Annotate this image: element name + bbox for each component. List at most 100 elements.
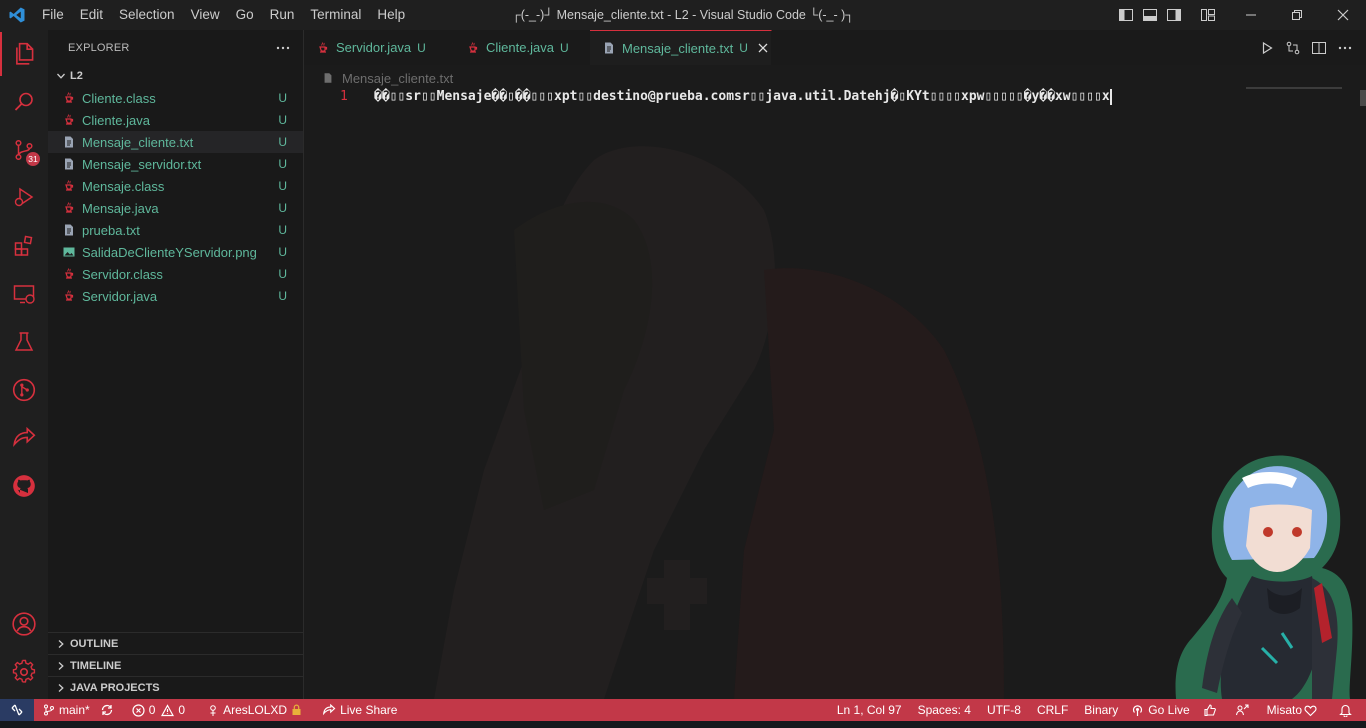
close-window-button[interactable]	[1320, 0, 1366, 30]
warning-count: 0	[178, 703, 186, 717]
line-content[interactable]: ��▯▯sr▯▯Mensaje��▯��▯▯▯xpt▯▯destino@prue…	[374, 86, 1112, 108]
vscode-logo-icon	[0, 0, 34, 30]
sidebar-header: EXPLORER	[48, 30, 303, 65]
git-status: U	[278, 135, 287, 149]
git-status: U	[278, 201, 287, 215]
folder-l2[interactable]: L2	[48, 65, 303, 87]
tab-git-status: U	[739, 41, 748, 55]
section-java-projects[interactable]: JAVA PROJECTS	[48, 676, 303, 698]
explorer-sidebar: EXPLORER L2 Cliente.class U Cliente.java…	[48, 30, 304, 699]
file-item[interactable]: Cliente.class U	[48, 87, 303, 109]
feedback-icon[interactable]	[1229, 699, 1259, 721]
tab-git-status: U	[417, 40, 426, 55]
go-live-button[interactable]: Go Live	[1126, 699, 1194, 721]
language-mode[interactable]: Binary	[1076, 699, 1126, 721]
split-editor-icon[interactable]	[1306, 30, 1332, 65]
toggle-secondary-sidebar-button[interactable]	[1162, 0, 1186, 30]
menu-run[interactable]: Run	[262, 0, 303, 30]
encoding[interactable]: UTF-8	[979, 699, 1029, 721]
toggle-panel-button[interactable]	[1138, 0, 1162, 30]
java-class-icon	[61, 178, 77, 194]
file-item[interactable]: Servidor.java U	[48, 285, 303, 307]
theme-user[interactable]: Misato	[1259, 699, 1329, 721]
branch-indicator[interactable]: main*	[38, 699, 95, 721]
account-name: AresLOLXD	[223, 703, 288, 717]
status-bar: main* 0 0 AresLOLXD Live Share Ln 1, Col…	[0, 699, 1366, 721]
scrollbar-thumb[interactable]	[1360, 90, 1366, 106]
chevron-right-icon	[54, 661, 68, 671]
notifications-bell-icon[interactable]	[1329, 699, 1366, 721]
menu-edit[interactable]: Edit	[72, 0, 111, 30]
section-outline[interactable]: OUTLINE	[48, 632, 303, 654]
end-of-line[interactable]: CRLF	[1029, 699, 1076, 721]
testing-icon[interactable]	[0, 320, 48, 364]
git-graph-icon[interactable]	[0, 368, 48, 412]
run-icon[interactable]	[1254, 30, 1280, 65]
manage-gear-icon[interactable]	[0, 650, 48, 694]
file-name: Servidor.java	[82, 288, 158, 304]
text-file-icon	[61, 134, 77, 150]
toggle-primary-sidebar-button[interactable]	[1114, 0, 1138, 30]
section-label: JAVA PROJECTS	[70, 681, 160, 694]
remote-indicator-icon[interactable]	[0, 699, 34, 721]
file-item[interactable]: prueba.txt U	[48, 219, 303, 241]
account-icon[interactable]	[0, 602, 48, 646]
restore-button[interactable]	[1274, 0, 1320, 30]
menu-go[interactable]: Go	[228, 0, 262, 30]
open-changes-icon[interactable]	[1280, 30, 1306, 65]
minimize-button[interactable]	[1228, 0, 1274, 30]
file-item[interactable]: Servidor.class U	[48, 263, 303, 285]
file-item[interactable]: Mensaje.java U	[48, 197, 303, 219]
cursor-position[interactable]: Ln 1, Col 97	[829, 699, 910, 721]
file-item[interactable]: SalidaDeClienteYServidor.png U	[48, 241, 303, 263]
lock-icon	[292, 704, 301, 715]
git-status: U	[278, 289, 287, 303]
extensions-icon[interactable]	[0, 224, 48, 268]
close-tab-icon[interactable]	[758, 40, 768, 56]
account-status[interactable]: AresLOLXD	[202, 699, 311, 721]
github-icon[interactable]	[0, 464, 48, 508]
sync-button[interactable]	[95, 699, 123, 721]
thumbs-up-icon[interactable]	[1195, 699, 1229, 721]
status-bar-right: Ln 1, Col 97 Spaces: 4 UTF-8 CRLF Binary…	[829, 699, 1366, 721]
minimap[interactable]	[1246, 87, 1342, 89]
editor-actions	[1254, 30, 1358, 65]
tab-cliente-java[interactable]: Cliente.java U	[450, 30, 590, 65]
live-share-icon[interactable]	[0, 416, 48, 460]
chevron-down-icon	[54, 71, 68, 81]
file-item[interactable]: Mensaje.class U	[48, 175, 303, 197]
source-control-icon[interactable]: 31	[0, 128, 48, 172]
run-debug-icon[interactable]	[0, 176, 48, 220]
more-actions-icon[interactable]	[1332, 30, 1358, 65]
live-share-icon	[323, 703, 336, 716]
git-status: U	[278, 91, 287, 105]
theme-user-label: Misato	[1266, 703, 1302, 717]
menu-view[interactable]: View	[183, 0, 228, 30]
live-share-button[interactable]: Live Share	[317, 699, 402, 721]
problems-indicator[interactable]: 0 0	[127, 699, 190, 721]
person-icon	[210, 704, 216, 716]
customize-layout-button[interactable]	[1196, 0, 1220, 30]
menu-file[interactable]: File	[34, 0, 72, 30]
git-status: U	[278, 113, 287, 127]
file-name: Mensaje_servidor.txt	[82, 156, 202, 172]
code-line[interactable]: 1 ��▯▯sr▯▯Mensaje��▯��▯▯▯xpt▯▯destino@pr…	[304, 86, 1366, 108]
line-number: 1	[340, 89, 348, 104]
error-icon	[132, 703, 145, 717]
explorer-icon[interactable]	[0, 32, 48, 76]
warning-icon	[161, 703, 175, 716]
section-timeline[interactable]: TIMELINE	[48, 654, 303, 676]
file-name: prueba.txt	[82, 222, 140, 238]
more-actions-icon[interactable]	[275, 40, 291, 56]
remote-explorer-icon[interactable]	[0, 272, 48, 316]
tab-mensaje-cliente-txt[interactable]: Mensaje_cliente.txt U	[590, 30, 772, 65]
menu-selection[interactable]: Selection	[111, 0, 183, 30]
file-item[interactable]: Mensaje_servidor.txt U	[48, 153, 303, 175]
search-icon[interactable]	[0, 80, 48, 124]
menu-help[interactable]: Help	[369, 0, 413, 30]
file-item[interactable]: Cliente.java U	[48, 109, 303, 131]
menu-terminal[interactable]: Terminal	[302, 0, 369, 30]
file-item-selected[interactable]: Mensaje_cliente.txt U	[48, 131, 303, 153]
tab-servidor-java[interactable]: Servidor.java U	[304, 30, 450, 65]
indentation[interactable]: Spaces: 4	[910, 699, 979, 721]
